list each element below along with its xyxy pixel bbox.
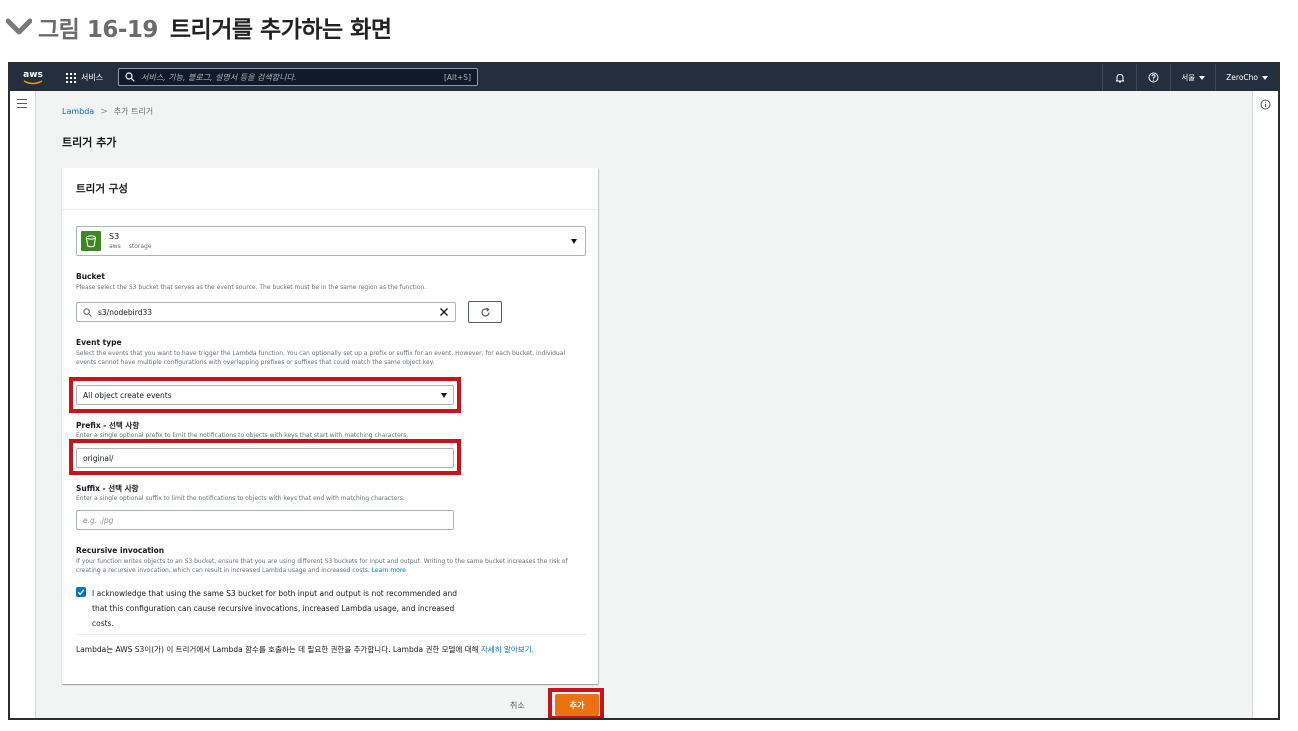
figure-caption: 그림 16-19 트리거를 추가하는 화면 xyxy=(6,10,392,44)
event-type-label: Event type xyxy=(76,338,122,347)
bucket-value: s3/nodebird33 xyxy=(98,307,153,317)
permission-notice: Lambda는 AWS S3이(가) 이 트리거에서 Lambda 함수를 호출… xyxy=(76,645,534,654)
page-title: 트리거 추가 xyxy=(62,136,117,149)
search-icon xyxy=(125,72,135,82)
acknowledge-text: I acknowledge that using the same S3 buc… xyxy=(92,589,457,628)
acknowledge-checkbox[interactable] xyxy=(76,587,86,597)
breadcrumb-current: 추가 트리거 xyxy=(113,107,154,116)
search-placeholder: 서비스, 기능, 블로그, 설명서 등을 검색합니다. xyxy=(141,72,297,82)
menu-icon[interactable] xyxy=(17,99,27,111)
trigger-configuration-panel: 트리거 구성 S3 aws storage Bucket Please sele… xyxy=(62,168,598,684)
recursive-invocation-label: Recursive invocation xyxy=(76,546,165,555)
bell-icon xyxy=(1115,73,1125,83)
help-button[interactable] xyxy=(1136,64,1170,91)
acknowledge-checkbox-row[interactable]: I acknowledge that using the same S3 buc… xyxy=(76,586,472,631)
panel-title: 트리거 구성 xyxy=(62,168,598,210)
highlight-box xyxy=(69,377,461,413)
suffix-description: Enter a single optional suffix to limit … xyxy=(76,495,405,502)
account-label: ZeroCho xyxy=(1226,73,1258,82)
highlight-box xyxy=(69,439,461,475)
s3-bucket-icon xyxy=(81,231,101,251)
refresh-button[interactable] xyxy=(468,301,502,323)
region-menu[interactable]: 서울 xyxy=(1170,64,1215,91)
suffix-placeholder: e.g. .jpg xyxy=(83,515,114,525)
region-label: 서울 xyxy=(1181,73,1196,82)
cancel-button[interactable]: 취소 xyxy=(510,700,525,711)
nav-right: 서울 ZeroCho xyxy=(1102,64,1278,91)
divider xyxy=(76,634,586,635)
prefix-label: Prefix - 선택 사항 xyxy=(76,421,140,430)
trigger-source-select[interactable]: S3 aws storage xyxy=(76,226,586,256)
tools-rail xyxy=(1252,91,1278,718)
suffix-label: Suffix - 선택 사항 xyxy=(76,484,139,493)
aws-logo[interactable]: aws xyxy=(16,64,50,91)
event-type-description: Select the events that you want to have … xyxy=(76,350,566,366)
chevron-down-icon xyxy=(6,18,32,35)
checkmark-icon xyxy=(77,589,85,596)
services-menu[interactable]: 서비스 xyxy=(66,72,103,83)
smile-icon xyxy=(23,79,43,84)
learn-more-permissions-link[interactable]: 자세히 알아보기. xyxy=(481,645,534,654)
console-window: aws 서비스 서비스, 기능, 블로그, 설명서 등을 검색합니다. [Alt… xyxy=(8,62,1280,720)
figure-label: 그림 16-19 xyxy=(38,17,158,43)
breadcrumb-lambda-link[interactable]: Lambda xyxy=(62,107,94,116)
source-tag: aws xyxy=(109,243,121,250)
learn-more-link[interactable]: Learn more xyxy=(372,567,406,574)
info-icon[interactable] xyxy=(1260,99,1271,110)
highlight-box xyxy=(548,688,604,718)
refresh-icon xyxy=(480,307,490,316)
caret-down-icon xyxy=(1262,75,1268,80)
grid-icon xyxy=(66,72,76,83)
help-icon xyxy=(1148,72,1159,83)
source-tag: storage xyxy=(128,243,152,250)
bucket-label: Bucket xyxy=(76,272,105,281)
breadcrumb: Lambda > 추가 트리거 xyxy=(62,106,153,117)
notifications-button[interactable] xyxy=(1102,64,1136,91)
caret-down-icon xyxy=(571,239,577,244)
bucket-description: Please select the S3 bucket that serves … xyxy=(76,284,427,291)
breadcrumb-separator-icon: > xyxy=(100,106,108,117)
suffix-input[interactable]: e.g. .jpg xyxy=(76,510,454,530)
clear-icon[interactable] xyxy=(439,307,449,317)
recursive-invocation-description: If your function writes objects to an S3… xyxy=(76,558,568,574)
top-navigation: aws 서비스 서비스, 기능, 블로그, 설명서 등을 검색합니다. [Alt… xyxy=(10,64,1278,91)
services-label: 서비스 xyxy=(81,73,104,82)
search-shortcut: [Alt+S] xyxy=(443,72,471,82)
caret-down-icon xyxy=(1199,75,1206,80)
search-icon xyxy=(83,307,92,317)
side-navigation-rail xyxy=(10,91,36,718)
account-menu[interactable]: ZeroCho xyxy=(1215,64,1278,91)
figure-title: 트리거를 추가하는 화면 xyxy=(169,17,392,43)
trigger-source-name: S3 xyxy=(109,232,120,241)
bucket-search-input[interactable]: s3/nodebird33 xyxy=(76,302,456,322)
search-input[interactable]: 서비스, 기능, 블로그, 설명서 등을 검색합니다. [Alt+S] xyxy=(118,68,478,86)
